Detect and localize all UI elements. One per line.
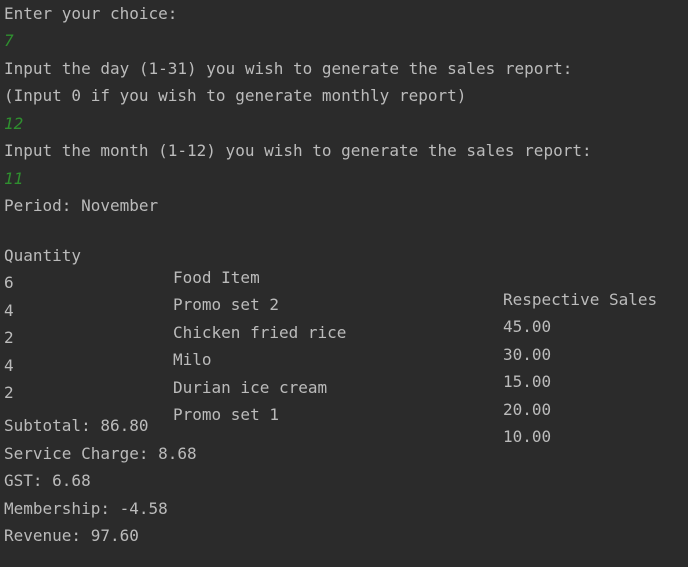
gst-line: GST: 6.68: [4, 471, 91, 490]
day-prompt: Input the day (1-31) you wish to generat…: [4, 59, 573, 78]
table-row: 2 Milo 15.00: [4, 305, 684, 391]
row-quantity: 2: [4, 383, 14, 402]
choice-input-echo: 7: [4, 31, 14, 50]
revenue-line: Revenue: 97.60: [4, 526, 139, 545]
table-row: 6 Promo set 2 45.00: [4, 250, 684, 336]
month-input-echo: 11: [4, 169, 24, 188]
report-period: Period: November: [4, 196, 159, 215]
choice-prompt: Enter your choice:: [4, 4, 178, 23]
month-prompt: Input the month (1-12) you wish to gener…: [4, 141, 592, 160]
day-hint: (Input 0 if you wish to generate monthly…: [4, 86, 467, 105]
subtotal-line: Subtotal: 86.80: [4, 416, 149, 435]
row-sales: 20.00: [503, 400, 552, 419]
day-input-echo: 12: [4, 114, 24, 133]
table-row: 4 Chicken fried rice 30.00: [4, 278, 684, 364]
row-food-item: Promo set 1: [173, 405, 279, 424]
table-row: 2 Promo set 1 10.00: [4, 360, 684, 446]
report-header-row: Quantity Food Item Respective Sales: [4, 223, 684, 309]
membership-line: Membership: -4.58: [4, 499, 168, 518]
row-sales: 10.00: [503, 427, 552, 446]
console-output: Enter your choice: 7 Input the day (1-31…: [0, 0, 688, 567]
table-row: 4 Durian ice cream 20.00: [4, 333, 684, 419]
service-charge-line: Service Charge: 8.68: [4, 444, 197, 463]
